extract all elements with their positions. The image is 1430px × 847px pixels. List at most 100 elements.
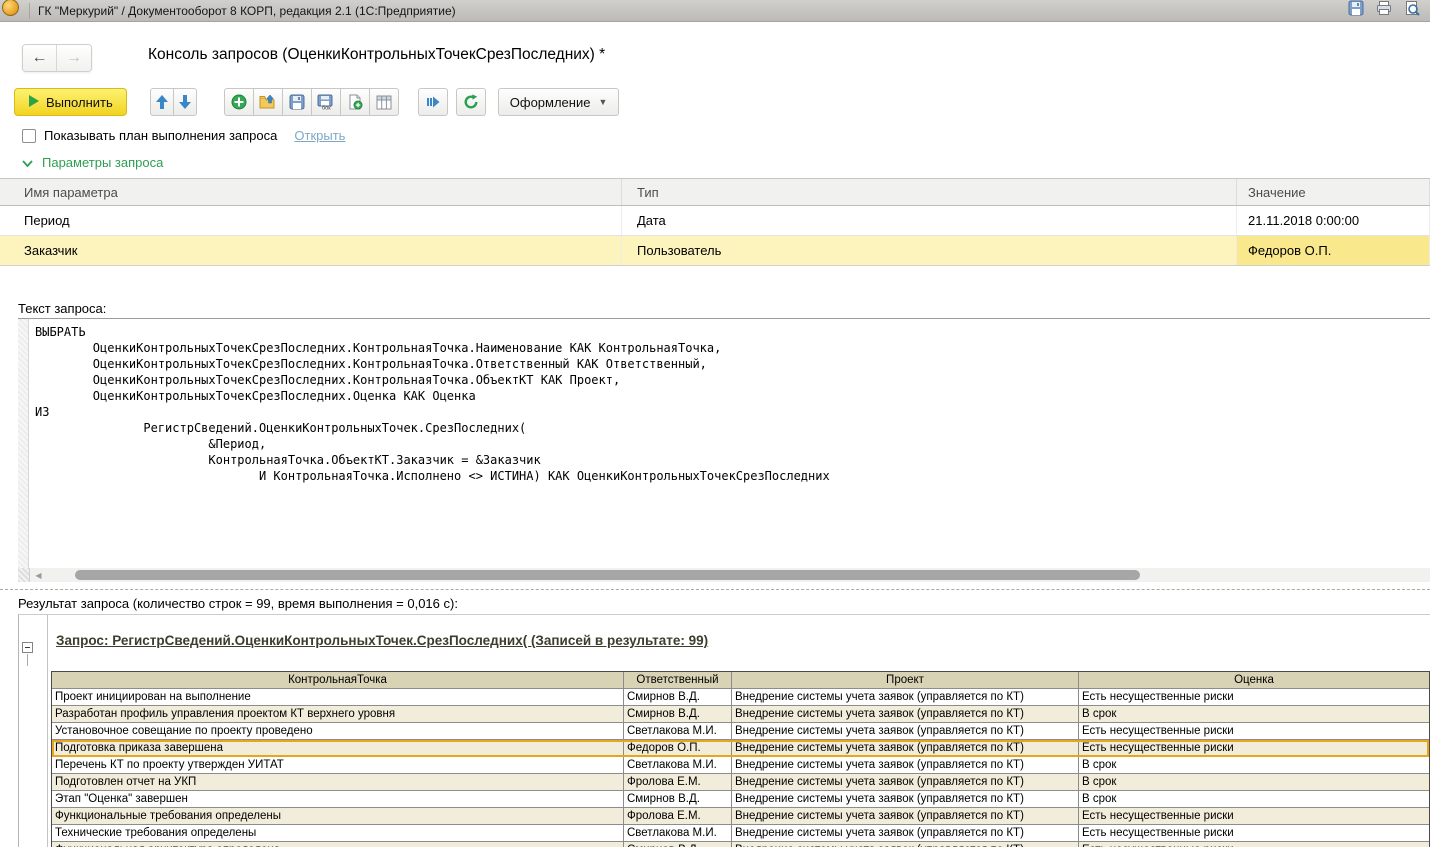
param-cell[interactable]: Заказчик <box>0 236 622 265</box>
back-button[interactable]: ← <box>23 45 57 71</box>
format-button[interactable]: Оформление ▼ <box>498 88 620 116</box>
param-cell[interactable]: Период <box>0 206 622 235</box>
result-label: Результат запроса (количество строк = 99… <box>18 596 458 611</box>
result-cell[interactable]: Внедрение системы учета заявок (управляе… <box>732 842 1079 847</box>
result-row[interactable]: Функциональные требования определеныФрол… <box>52 808 1429 825</box>
params-section-header[interactable]: Параметры запроса <box>22 155 163 170</box>
result-cell[interactable]: Фролова Е.М. <box>624 774 732 791</box>
forward-button[interactable]: → <box>57 45 91 71</box>
result-cell[interactable]: Внедрение системы учета заявок (управляе… <box>732 757 1079 774</box>
result-cell[interactable]: Есть несущественные риски <box>1079 825 1429 842</box>
query-horizontal-scrollbar[interactable]: ◀ <box>18 568 1430 582</box>
result-cell[interactable]: Есть несущественные риски <box>1079 808 1429 825</box>
open-link[interactable]: Открыть <box>294 128 345 143</box>
table-button[interactable] <box>369 88 399 116</box>
param-cell[interactable]: Федоров О.П. <box>1237 236 1430 265</box>
param-cell[interactable]: Пользователь <box>622 236 1237 265</box>
move-up-button[interactable] <box>150 88 174 116</box>
param-row[interactable]: ПериодДата21.11.2018 0:00:00 <box>0 206 1430 236</box>
save-as-button[interactable]: бок <box>311 88 341 116</box>
refresh-button[interactable] <box>456 88 486 116</box>
result-cell[interactable]: Внедрение системы учета заявок (управляе… <box>732 689 1079 706</box>
query-text-label: Текст запроса: <box>18 301 106 316</box>
result-cell[interactable]: Технические требования определены <box>52 825 624 842</box>
result-row[interactable]: Функциональная архитектура определенаСми… <box>52 842 1429 847</box>
result-cell[interactable]: Смирнов В.Д. <box>624 689 732 706</box>
result-cell[interactable]: Внедрение системы учета заявок (управляе… <box>732 740 1079 757</box>
param-cell[interactable]: Дата <box>622 206 1237 235</box>
result-cell[interactable]: Внедрение системы учета заявок (управляе… <box>732 791 1079 808</box>
result-row[interactable]: Перечень КТ по проекту утвержден УИТАТСв… <box>52 757 1429 774</box>
result-cell[interactable]: Смирнов В.Д. <box>624 791 732 808</box>
result-cell[interactable]: Внедрение системы учета заявок (управляе… <box>732 825 1079 842</box>
show-plan-checkbox[interactable] <box>22 129 36 143</box>
params-col-value[interactable]: Значение <box>1237 179 1430 205</box>
collapse-icon[interactable] <box>22 642 33 653</box>
result-col-header[interactable]: Оценка <box>1079 672 1429 689</box>
result-cell[interactable]: Перечень КТ по проекту утвержден УИТАТ <box>52 757 624 774</box>
add-button[interactable] <box>224 88 254 116</box>
query-text-area[interactable]: ВЫБРАТЬ ОценкиКонтрольныхТочекСрезПослед… <box>18 318 1430 568</box>
result-row[interactable]: Технические требования определеныСветлак… <box>52 825 1429 842</box>
history-nav: ← → <box>22 44 92 72</box>
chevron-down-icon: ▼ <box>598 97 607 107</box>
open-button[interactable] <box>253 88 283 116</box>
result-row[interactable]: Подготовка приказа завершенаФедоров О.П.… <box>52 740 1429 757</box>
result-cell[interactable]: Этап "Оценка" завершен <box>52 791 624 808</box>
result-col-header[interactable]: КонтрольнаяТочка <box>52 672 624 689</box>
result-cell[interactable]: В срок <box>1079 791 1429 808</box>
plan-option-row: Показывать план выполнения запроса Откры… <box>22 128 345 143</box>
result-cell[interactable]: Разработан профиль управления проектом К… <box>52 706 624 723</box>
run-button-label: Выполнить <box>46 95 113 110</box>
result-cell[interactable]: Смирнов В.Д. <box>624 842 732 847</box>
result-cell[interactable]: Установочное совещание по проекту провед… <box>52 723 624 740</box>
save-button[interactable] <box>282 88 312 116</box>
titlebar: ГК "Меркурий" / Документооборот 8 КОРП, … <box>0 0 1430 22</box>
result-cell[interactable]: Есть несущественные риски <box>1079 723 1429 740</box>
result-cell[interactable]: Светлакова М.И. <box>624 825 732 842</box>
result-cell[interactable]: В срок <box>1079 757 1429 774</box>
result-row[interactable]: Разработан профиль управления проектом К… <box>52 706 1429 723</box>
result-col-header[interactable]: Проект <box>732 672 1079 689</box>
result-cell[interactable]: В срок <box>1079 706 1429 723</box>
result-row[interactable]: Этап "Оценка" завершенСмирнов В.Д.Внедре… <box>52 791 1429 808</box>
result-cell[interactable]: Внедрение системы учета заявок (управляе… <box>732 723 1079 740</box>
result-cell[interactable]: В срок <box>1079 774 1429 791</box>
result-cell[interactable]: Есть несущественные риски <box>1079 740 1429 757</box>
result-cell[interactable]: Подготовлен отчет на УКП <box>52 774 624 791</box>
result-row[interactable]: Проект инициирован на выполнениеСмирнов … <box>52 689 1429 706</box>
result-cell[interactable]: Функциональные требования определены <box>52 808 624 825</box>
result-cell[interactable]: Проект инициирован на выполнение <box>52 689 624 706</box>
preview-icon[interactable] <box>1404 0 1420 21</box>
scroll-left-arrow[interactable]: ◀ <box>30 568 47 582</box>
save-icon[interactable] <box>1348 0 1364 21</box>
print-icon[interactable] <box>1376 0 1392 21</box>
result-cell[interactable]: Есть несущественные риски <box>1079 842 1429 847</box>
new-document-button[interactable] <box>340 88 370 116</box>
step-button[interactable] <box>418 88 448 116</box>
result-col-header[interactable]: Ответственный <box>624 672 732 689</box>
result-query-header[interactable]: Запрос: РегистрСведений.ОценкиКонтрольны… <box>56 633 708 648</box>
result-cell[interactable]: Подготовка приказа завершена <box>52 740 624 757</box>
result-cell[interactable]: Внедрение системы учета заявок (управляе… <box>732 808 1079 825</box>
result-cell[interactable]: Внедрение системы учета заявок (управляе… <box>732 706 1079 723</box>
run-button[interactable]: Выполнить <box>14 88 127 116</box>
param-cell[interactable]: 21.11.2018 0:00:00 <box>1237 206 1430 235</box>
result-cell[interactable]: Есть несущественные риски <box>1079 689 1429 706</box>
result-cell[interactable]: Смирнов В.Д. <box>624 706 732 723</box>
params-col-name[interactable]: Имя параметра <box>0 179 622 205</box>
result-cell[interactable]: Функциональная архитектура определена <box>52 842 624 847</box>
result-row[interactable]: Подготовлен отчет на УКПФролова Е.М.Внед… <box>52 774 1429 791</box>
result-cell[interactable]: Федоров О.П. <box>624 740 732 757</box>
result-row[interactable]: Установочное совещание по проекту провед… <box>52 723 1429 740</box>
move-down-button[interactable] <box>173 88 197 116</box>
result-cell[interactable]: Фролова Е.М. <box>624 808 732 825</box>
result-cell[interactable]: Внедрение системы учета заявок (управляе… <box>732 774 1079 791</box>
query-text[interactable]: ВЫБРАТЬ ОценкиКонтрольныхТочекСрезПослед… <box>35 324 830 484</box>
result-cell[interactable]: Светлакова М.И. <box>624 723 732 740</box>
splitter[interactable] <box>0 589 1430 590</box>
param-row[interactable]: ЗаказчикПользовательФедоров О.П. <box>0 236 1430 266</box>
params-col-type[interactable]: Тип <box>622 179 1237 205</box>
result-cell[interactable]: Светлакова М.И. <box>624 757 732 774</box>
scrollbar-thumb[interactable] <box>75 570 1140 580</box>
